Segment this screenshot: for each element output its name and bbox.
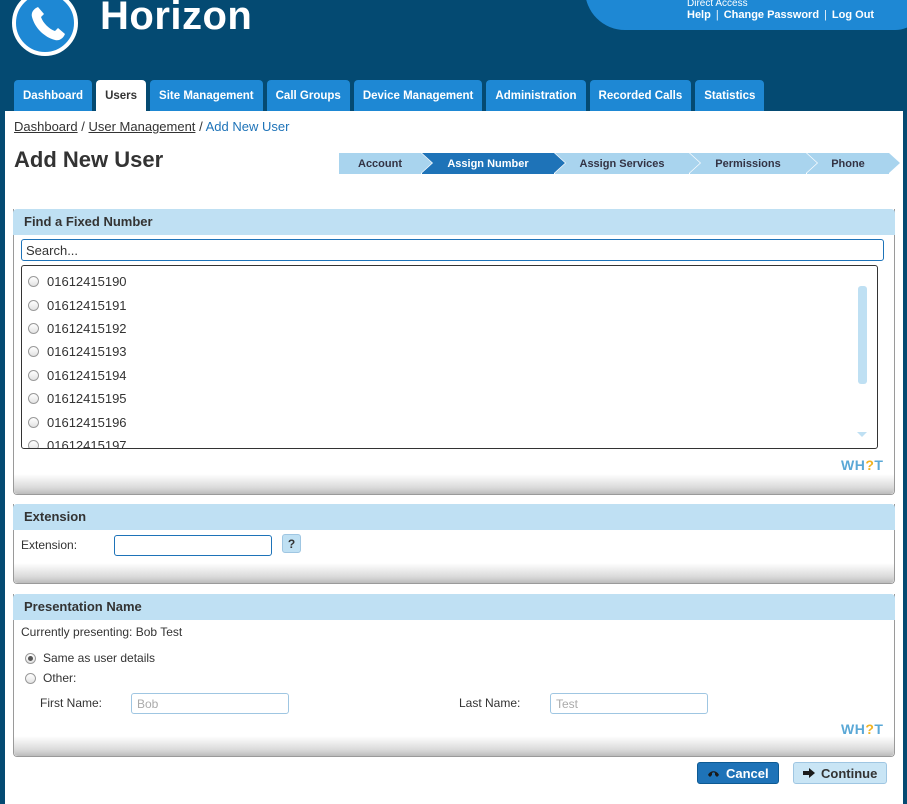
tab-statistics[interactable]: Statistics — [695, 80, 765, 111]
radio-button[interactable] — [25, 672, 36, 684]
tab-call-groups[interactable]: Call Groups — [266, 80, 350, 111]
panel-title: Find a Fixed Number — [13, 209, 895, 235]
scroll-down-arrow-icon[interactable] — [857, 432, 867, 437]
extension-input[interactable] — [114, 535, 272, 556]
breadcrumb-current: Add New User — [205, 119, 290, 134]
radio-button[interactable] — [25, 652, 36, 664]
help-link[interactable]: Help — [687, 9, 711, 21]
extension-label: Extension: — [21, 538, 78, 552]
step-label: Assign Services — [579, 157, 665, 170]
radio-button[interactable] — [28, 393, 39, 404]
extension-help-button[interactable]: ? — [282, 534, 301, 553]
presentation-name-panel: Presentation Name Currently presenting: … — [13, 594, 895, 757]
step-label: Phone — [831, 157, 865, 170]
first-name-label: First Name: — [40, 696, 103, 710]
tab-administration[interactable]: Administration — [486, 80, 586, 111]
panel-footer — [14, 474, 894, 494]
list-item[interactable]: 01612415194 — [28, 368, 127, 383]
header-account-panel: Direct Access Help | Change Password | L… — [585, 0, 907, 30]
step-assign-services[interactable]: Assign Services — [555, 153, 700, 174]
list-item[interactable]: 01612415197 — [28, 438, 127, 448]
content-area: Dashboard / User Management / Add New Us… — [5, 111, 903, 804]
number-search-input[interactable] — [21, 239, 884, 261]
tab-device-management[interactable]: Device Management — [353, 80, 483, 111]
phone-icon — [31, 7, 66, 41]
breadcrumb-sep: / — [81, 119, 85, 134]
arrow-right-icon — [803, 768, 815, 778]
option-other[interactable]: Other: — [25, 671, 76, 685]
cancel-button[interactable]: Cancel — [697, 762, 779, 784]
step-assign-number[interactable]: Assign Number — [422, 153, 565, 174]
list-item[interactable]: 01612415193 — [28, 344, 127, 359]
breadcrumb-dashboard[interactable]: Dashboard — [14, 119, 78, 134]
tab-dashboard[interactable]: Dashboard — [14, 80, 93, 111]
brand-name: Horizon — [100, 0, 253, 38]
currently-presenting: Currently presenting: Bob Test — [21, 625, 183, 639]
last-name-input[interactable]: Test — [550, 693, 708, 714]
list-scrollbar[interactable] — [858, 286, 867, 384]
panel-title: Presentation Name — [13, 594, 895, 620]
step-permissions[interactable]: Permissions — [690, 153, 817, 174]
find-number-panel: Find a Fixed Number 01612415190 01612415… — [13, 209, 895, 495]
radio-button[interactable] — [28, 323, 39, 334]
breadcrumb-user-management[interactable]: User Management — [88, 119, 195, 134]
main-nav-tabs: Dashboard Users Site Management Call Gro… — [14, 80, 765, 112]
what-logo: WH?T — [841, 721, 884, 737]
header-links: Help | Change Password | Log Out — [687, 9, 874, 21]
breadcrumb-sep: / — [199, 119, 203, 134]
panel-footer — [14, 736, 894, 756]
direct-access-label: Direct Access — [687, 0, 748, 9]
tab-recorded-calls[interactable]: Recorded Calls — [589, 80, 692, 111]
radio-button[interactable] — [28, 417, 39, 428]
tab-site-management[interactable]: Site Management — [150, 80, 263, 111]
breadcrumb: Dashboard / User Management / Add New Us… — [14, 119, 289, 134]
tab-users[interactable]: Users — [96, 80, 147, 112]
horizon-logo — [12, 0, 78, 56]
radio-button[interactable] — [28, 370, 39, 381]
link-separator: | — [824, 9, 827, 21]
radio-button[interactable] — [28, 276, 39, 287]
option-same-as-user[interactable]: Same as user details — [25, 651, 155, 665]
wizard-steps: Account Assign Number Assign Services Pe… — [339, 153, 900, 174]
currently-presenting-value: Bob Test — [135, 625, 183, 639]
log-out-link[interactable]: Log Out — [832, 9, 874, 21]
what-logo: WH?T — [841, 457, 884, 473]
panel-footer — [14, 563, 894, 583]
extension-panel: Extension Extension: ? — [13, 504, 895, 584]
step-label: Permissions — [715, 157, 781, 170]
page-title: Add New User — [14, 147, 164, 172]
number-list: 01612415190 01612415191 01612415192 0161… — [21, 265, 878, 449]
step-label: Assign Number — [447, 157, 529, 170]
change-password-link[interactable]: Change Password — [724, 9, 819, 21]
panel-title: Extension — [13, 504, 895, 530]
list-item[interactable]: 01612415191 — [28, 298, 127, 313]
list-item[interactable]: 01612415190 — [28, 274, 127, 289]
radio-button[interactable] — [28, 346, 39, 357]
radio-button[interactable] — [28, 440, 39, 448]
step-phone[interactable]: Phone — [807, 153, 900, 174]
list-item[interactable]: 01612415196 — [28, 415, 127, 430]
phone-hangup-icon — [708, 771, 719, 777]
list-item[interactable]: 01612415195 — [28, 391, 127, 406]
list-item[interactable]: 01612415192 — [28, 321, 127, 336]
first-name-input[interactable]: Bob — [131, 693, 289, 714]
link-separator: | — [715, 9, 719, 21]
continue-button[interactable]: Continue — [793, 762, 888, 784]
last-name-label: Last Name: — [459, 696, 521, 710]
step-account[interactable]: Account — [339, 153, 432, 174]
radio-button[interactable] — [28, 300, 39, 311]
step-label: Account — [358, 157, 402, 170]
